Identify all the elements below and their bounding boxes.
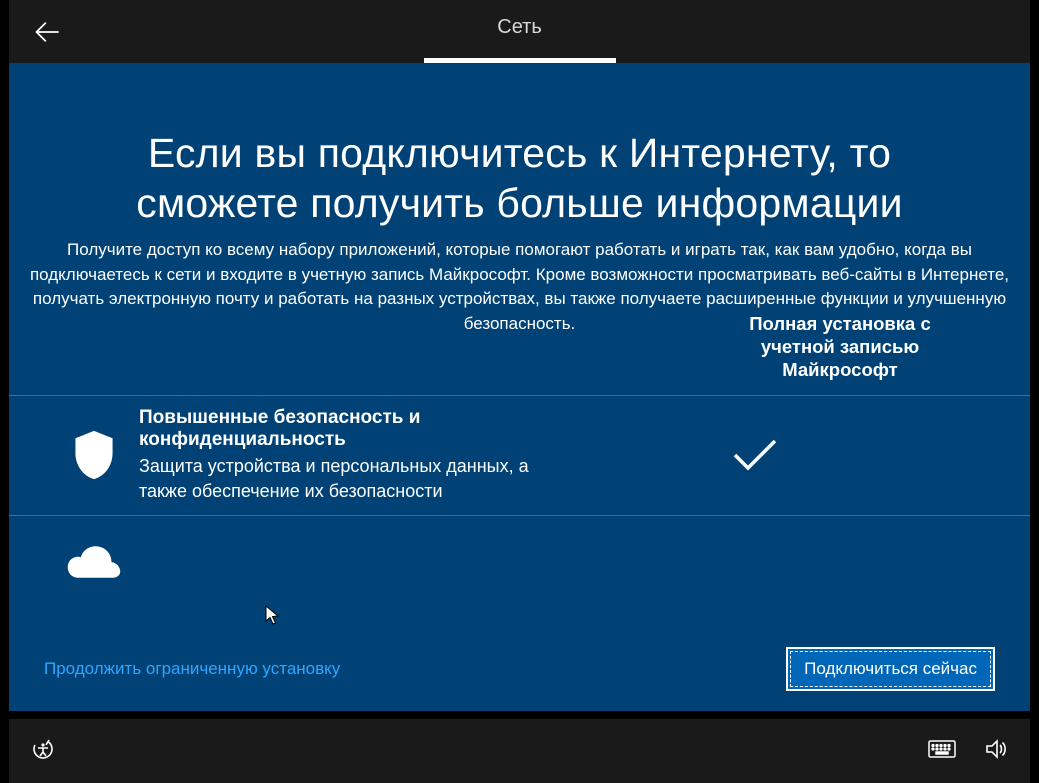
continue-limited-link[interactable]: Продолжить ограниченную установку	[44, 659, 340, 679]
keyboard-icon[interactable]	[928, 739, 956, 764]
page-heading: Если вы подключитесь к Интернету, то смо…	[9, 63, 1030, 228]
shield-icon	[49, 429, 139, 481]
feature-title: Повышенные безопасность и конфиденциальн…	[139, 407, 579, 451]
tab-network[interactable]: Сеть	[497, 16, 541, 39]
bottom-actions: Продолжить ограниченную установку Подклю…	[9, 647, 1030, 691]
back-arrow-icon	[33, 18, 61, 46]
mouse-cursor-icon	[265, 605, 281, 630]
content-panel: Если вы подключитесь к Интернету, то смо…	[9, 63, 1030, 711]
feature-row-cloud	[9, 515, 1030, 609]
header-bar: Сеть	[9, 0, 1030, 63]
cloud-icon	[49, 544, 139, 580]
feature-desc: Защита устройства и персональных данных,…	[139, 454, 579, 503]
column-header-full-setup: Полная установка с учетной записью Майкр…	[735, 312, 945, 381]
feature-row-security: Повышенные безопасность и конфиденциальн…	[9, 395, 1030, 515]
ease-of-access-icon[interactable]	[31, 737, 55, 766]
feature-checkmark	[579, 437, 1010, 473]
volume-icon[interactable]	[984, 737, 1008, 766]
connect-now-button[interactable]: Подключиться сейчас	[786, 647, 995, 691]
footer-bar	[9, 719, 1030, 783]
back-button[interactable]	[33, 18, 61, 51]
